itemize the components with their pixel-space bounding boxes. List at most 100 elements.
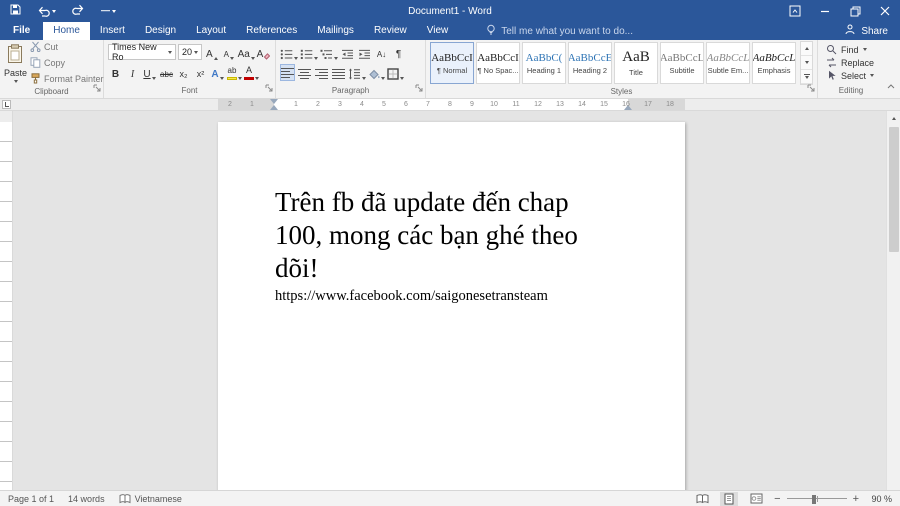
first-line-indent-marker[interactable]	[270, 99, 278, 104]
hanging-indent-marker[interactable]	[270, 105, 278, 110]
read-mode-button[interactable]	[693, 492, 711, 506]
document-link[interactable]: https://www.facebook.com/saigonesetranst…	[275, 288, 685, 305]
align-left-button[interactable]	[280, 64, 295, 81]
shrink-font-button[interactable]: A	[221, 44, 236, 61]
style-title[interactable]: AaB Title	[614, 42, 658, 84]
paste-button[interactable]: Paste	[4, 42, 27, 84]
zoom-slider-handle[interactable]	[812, 495, 816, 504]
align-right-button[interactable]	[314, 64, 329, 81]
zoom-percentage[interactable]: 90 %	[868, 494, 892, 504]
share-button[interactable]: Share	[832, 22, 900, 40]
scroll-up-icon[interactable]	[887, 111, 900, 125]
style-subtle-emphasis[interactable]: AaBbCcL Subtle Em...	[706, 42, 750, 84]
italic-button[interactable]: I	[125, 64, 140, 81]
zoom-in-button[interactable]: +	[853, 494, 859, 504]
undo-dropdown-icon[interactable]	[52, 10, 56, 13]
tab-references[interactable]: References	[236, 22, 307, 40]
sort-button[interactable]: A↓	[374, 44, 389, 61]
styles-dialog-launcher-icon[interactable]	[807, 79, 815, 97]
cut-button[interactable]: Cut	[30, 41, 104, 54]
text-effects-button[interactable]: A	[210, 64, 225, 81]
paragraph-dialog-launcher-icon[interactable]	[415, 79, 423, 97]
scrollbar-thumb[interactable]	[889, 127, 899, 252]
styles-scroll-up-icon[interactable]	[801, 42, 812, 56]
replace-button[interactable]: Replace	[826, 57, 880, 68]
multilevel-list-button[interactable]	[320, 44, 338, 61]
bullets-button[interactable]	[280, 44, 298, 61]
increase-indent-button[interactable]	[357, 44, 372, 61]
tab-mailings[interactable]: Mailings	[307, 22, 364, 40]
grow-font-button[interactable]: A	[204, 44, 219, 61]
font-name-dropdown-icon[interactable]	[168, 51, 172, 54]
page-indicator[interactable]: Page 1 of 1	[8, 494, 54, 504]
tab-layout[interactable]: Layout	[186, 22, 236, 40]
font-color-button[interactable]: A	[244, 64, 259, 81]
font-dialog-launcher-icon[interactable]	[265, 79, 273, 97]
change-case-dropdown-icon[interactable]	[251, 57, 255, 60]
style-emphasis[interactable]: AaBbCcL Emphasis	[752, 42, 796, 84]
style-subtitle[interactable]: AaBbCcL Subtitle	[660, 42, 704, 84]
close-icon[interactable]	[870, 0, 900, 22]
text-effects-dropdown-icon[interactable]	[220, 77, 224, 80]
tab-selector[interactable]	[2, 100, 11, 109]
text-highlight-button[interactable]: ab	[227, 64, 242, 81]
shading-dropdown-icon[interactable]	[381, 77, 385, 80]
redo-icon[interactable]	[72, 2, 85, 20]
align-center-button[interactable]	[297, 64, 312, 81]
numbering-dropdown-icon[interactable]	[314, 57, 318, 60]
borders-button[interactable]	[387, 64, 404, 81]
tell-me-box[interactable]: Tell me what you want to do...	[486, 22, 633, 40]
document-paragraph[interactable]: Trên fb đã update đến chap 100, mong các…	[275, 186, 685, 285]
bullets-dropdown-icon[interactable]	[294, 57, 298, 60]
zoom-slider[interactable]	[787, 498, 847, 499]
change-case-button[interactable]: Aa	[238, 44, 254, 61]
borders-dropdown-icon[interactable]	[400, 77, 404, 80]
find-dropdown-icon[interactable]	[863, 48, 867, 51]
web-layout-button[interactable]	[747, 492, 765, 506]
print-layout-button[interactable]	[720, 492, 738, 506]
select-dropdown-icon[interactable]	[870, 74, 874, 77]
vertical-scrollbar[interactable]	[886, 111, 900, 490]
collapse-ribbon-icon[interactable]	[886, 77, 896, 95]
tab-insert[interactable]: Insert	[90, 22, 135, 40]
zoom-out-button[interactable]: −	[774, 494, 780, 504]
minimize-icon[interactable]	[810, 0, 840, 22]
copy-button[interactable]: Copy	[30, 57, 104, 70]
decrease-indent-button[interactable]	[340, 44, 355, 61]
styles-scroll-down-icon[interactable]	[801, 56, 812, 70]
horizontal-ruler[interactable]: 21123456789101112131415161718	[0, 99, 900, 111]
style-normal[interactable]: AaBbCcI ¶ Normal	[430, 42, 474, 84]
word-count[interactable]: 14 words	[68, 494, 105, 504]
tab-file[interactable]: File	[0, 22, 43, 40]
font-size-dropdown-icon[interactable]	[194, 51, 198, 54]
font-color-dropdown-icon[interactable]	[255, 77, 259, 80]
tab-review[interactable]: Review	[364, 22, 417, 40]
show-hide-marks-button[interactable]: ¶	[391, 44, 406, 61]
style-no-spacing[interactable]: AaBbCcI ¶ No Spac...	[476, 42, 520, 84]
clear-formatting-button[interactable]: A	[256, 44, 271, 61]
line-spacing-button[interactable]	[348, 64, 366, 81]
style-heading-2[interactable]: AaBbCcE Heading 2	[568, 42, 612, 84]
tab-home[interactable]: Home	[43, 22, 90, 40]
justify-button[interactable]	[331, 64, 346, 81]
underline-button[interactable]: U	[142, 64, 157, 81]
tab-view[interactable]: View	[417, 22, 459, 40]
shading-button[interactable]	[368, 64, 385, 81]
multilevel-dropdown-icon[interactable]	[334, 57, 338, 60]
undo-icon[interactable]	[37, 6, 56, 17]
vertical-ruler[interactable]	[0, 111, 13, 490]
find-button[interactable]: Find	[826, 44, 880, 55]
paste-dropdown-icon[interactable]	[14, 80, 18, 83]
language-indicator[interactable]: Vietnamese	[119, 494, 182, 504]
numbering-button[interactable]	[300, 44, 318, 61]
tab-design[interactable]: Design	[135, 22, 186, 40]
strikethrough-button[interactable]: abc	[159, 64, 174, 81]
line-spacing-dropdown-icon[interactable]	[362, 77, 366, 80]
underline-dropdown-icon[interactable]	[152, 77, 156, 80]
highlight-dropdown-icon[interactable]	[238, 77, 242, 80]
ribbon-display-options-icon[interactable]	[780, 0, 810, 22]
select-button[interactable]: Select	[826, 70, 880, 81]
bold-button[interactable]: B	[108, 64, 123, 81]
restore-icon[interactable]	[840, 0, 870, 22]
font-size-combo[interactable]: 20	[178, 44, 202, 60]
